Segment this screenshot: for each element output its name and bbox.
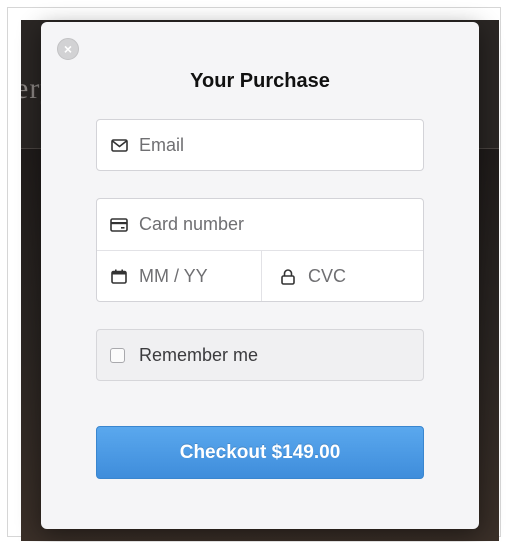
card-number-input[interactable] <box>139 214 423 235</box>
remember-me-option[interactable]: Remember me <box>96 329 424 381</box>
cvc-input[interactable] <box>308 266 423 287</box>
card-field-group <box>96 198 424 302</box>
credit-card-icon <box>109 215 129 235</box>
cvc-cell <box>262 251 423 301</box>
expiry-input[interactable] <box>139 266 261 287</box>
email-input[interactable] <box>139 135 423 156</box>
lock-icon <box>278 267 298 287</box>
expiry-cell <box>97 251 262 301</box>
checkout-button[interactable]: Checkout $149.00 <box>96 426 424 479</box>
modal-title: Your Purchase <box>190 70 330 92</box>
remember-me-label: Remember me <box>139 344 259 365</box>
calendar-icon <box>109 267 129 287</box>
envelope-icon <box>109 136 129 156</box>
purchase-modal: × Your Purchase Email Card number MM / Y… <box>41 22 479 529</box>
remember-me-checkbox[interactable] <box>110 347 125 363</box>
close-icon: × <box>63 41 73 57</box>
close-button[interactable]: × <box>57 38 79 60</box>
email-field-group <box>96 119 424 171</box>
